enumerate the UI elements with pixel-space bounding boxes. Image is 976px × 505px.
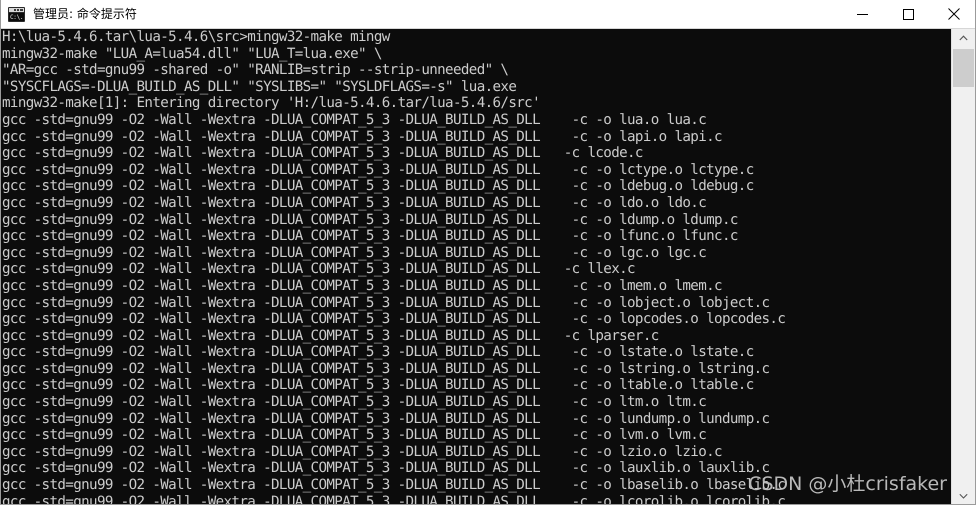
window-title: 管理员: 命令提示符: [33, 6, 137, 21]
vertical-scrollbar[interactable]: [951, 29, 975, 504]
scroll-down-button[interactable]: [952, 487, 975, 504]
console-line: gcc -std=gnu99 -O2 -Wall -Wextra -DLUA_C…: [2, 460, 770, 477]
maximize-button[interactable]: [885, 0, 931, 28]
console-line: gcc -std=gnu99 -O2 -Wall -Wextra -DLUA_C…: [2, 477, 786, 494]
window-controls: [839, 0, 975, 28]
scrollbar-thumb[interactable]: [953, 49, 974, 87]
console-line: gcc -std=gnu99 -O2 -Wall -Wextra -DLUA_C…: [2, 178, 754, 195]
command-prompt-icon: C:\.: [8, 6, 25, 22]
icon-title-dots: [14, 8, 23, 11]
console-line: "SYSCFLAGS=-DLUA_BUILD_AS_DLL" "SYSLIBS=…: [2, 78, 517, 95]
console-line: gcc -std=gnu99 -O2 -Wall -Wextra -DLUA_C…: [2, 277, 723, 294]
console-line: gcc -std=gnu99 -O2 -Wall -Wextra -DLUA_C…: [2, 161, 754, 178]
console-line: gcc -std=gnu99 -O2 -Wall -Wextra -DLUA_C…: [2, 211, 738, 228]
close-icon: [948, 8, 960, 20]
console-line: mingw32-make "LUA_A=lua54.dll" "LUA_T=lu…: [2, 45, 382, 62]
scroll-up-button[interactable]: [952, 29, 975, 47]
console-line: gcc -std=gnu99 -O2 -Wall -Wextra -DLUA_C…: [2, 493, 786, 505]
console-line: gcc -std=gnu99 -O2 -Wall -Wextra -DLUA_C…: [2, 410, 770, 427]
console-line: H:\lua-5.4.6.tar\lua-5.4.6\src>mingw32-m…: [2, 29, 390, 45]
chevron-down-icon: [959, 493, 968, 499]
console-line: gcc -std=gnu99 -O2 -Wall -Wextra -DLUA_C…: [2, 228, 738, 245]
console-line: gcc -std=gnu99 -O2 -Wall -Wextra -DLUA_C…: [2, 145, 643, 162]
console-line: gcc -std=gnu99 -O2 -Wall -Wextra -DLUA_C…: [2, 327, 659, 344]
console-line: gcc -std=gnu99 -O2 -Wall -Wextra -DLUA_C…: [2, 194, 707, 211]
console-line: mingw32-make[1]: Entering directory 'H:/…: [2, 95, 541, 112]
console-line: gcc -std=gnu99 -O2 -Wall -Wextra -DLUA_C…: [2, 261, 636, 278]
console-line: "AR=gcc -std=gnu99 -shared -o" "RANLIB=s…: [2, 62, 509, 79]
minimize-button[interactable]: [839, 0, 885, 28]
console-line: gcc -std=gnu99 -O2 -Wall -Wextra -DLUA_C…: [2, 128, 723, 145]
console-line: gcc -std=gnu99 -O2 -Wall -Wextra -DLUA_C…: [2, 443, 723, 460]
console-line: gcc -std=gnu99 -O2 -Wall -Wextra -DLUA_C…: [2, 294, 770, 311]
console-text: H:\lua-5.4.6.tar\lua-5.4.6\src>mingw32-m…: [2, 29, 786, 505]
console-line: gcc -std=gnu99 -O2 -Wall -Wextra -DLUA_C…: [2, 427, 707, 444]
maximize-icon: [902, 8, 914, 20]
console-output-area[interactable]: H:\lua-5.4.6.tar\lua-5.4.6\src>mingw32-m…: [1, 29, 953, 505]
console-line: gcc -std=gnu99 -O2 -Wall -Wextra -DLUA_C…: [2, 111, 707, 128]
scrollbar-track[interactable]: [952, 47, 975, 487]
console-line: gcc -std=gnu99 -O2 -Wall -Wextra -DLUA_C…: [2, 311, 786, 328]
console-line: gcc -std=gnu99 -O2 -Wall -Wextra -DLUA_C…: [2, 244, 707, 261]
close-button[interactable]: [931, 0, 975, 28]
console-line: gcc -std=gnu99 -O2 -Wall -Wextra -DLUA_C…: [2, 394, 707, 411]
console-line: gcc -std=gnu99 -O2 -Wall -Wextra -DLUA_C…: [2, 360, 770, 377]
command-prompt-window: C:\. 管理员: 命令提示符 H:\lua-5.4.6.tar\lua-5.4…: [0, 0, 976, 505]
chevron-up-icon: [959, 35, 968, 41]
icon-prompt-text: C:\.: [9, 12, 24, 21]
console-line: gcc -std=gnu99 -O2 -Wall -Wextra -DLUA_C…: [2, 377, 754, 394]
console-line: gcc -std=gnu99 -O2 -Wall -Wextra -DLUA_C…: [2, 344, 754, 361]
title-bar[interactable]: C:\. 管理员: 命令提示符: [1, 0, 975, 29]
minimize-icon: [856, 13, 868, 15]
